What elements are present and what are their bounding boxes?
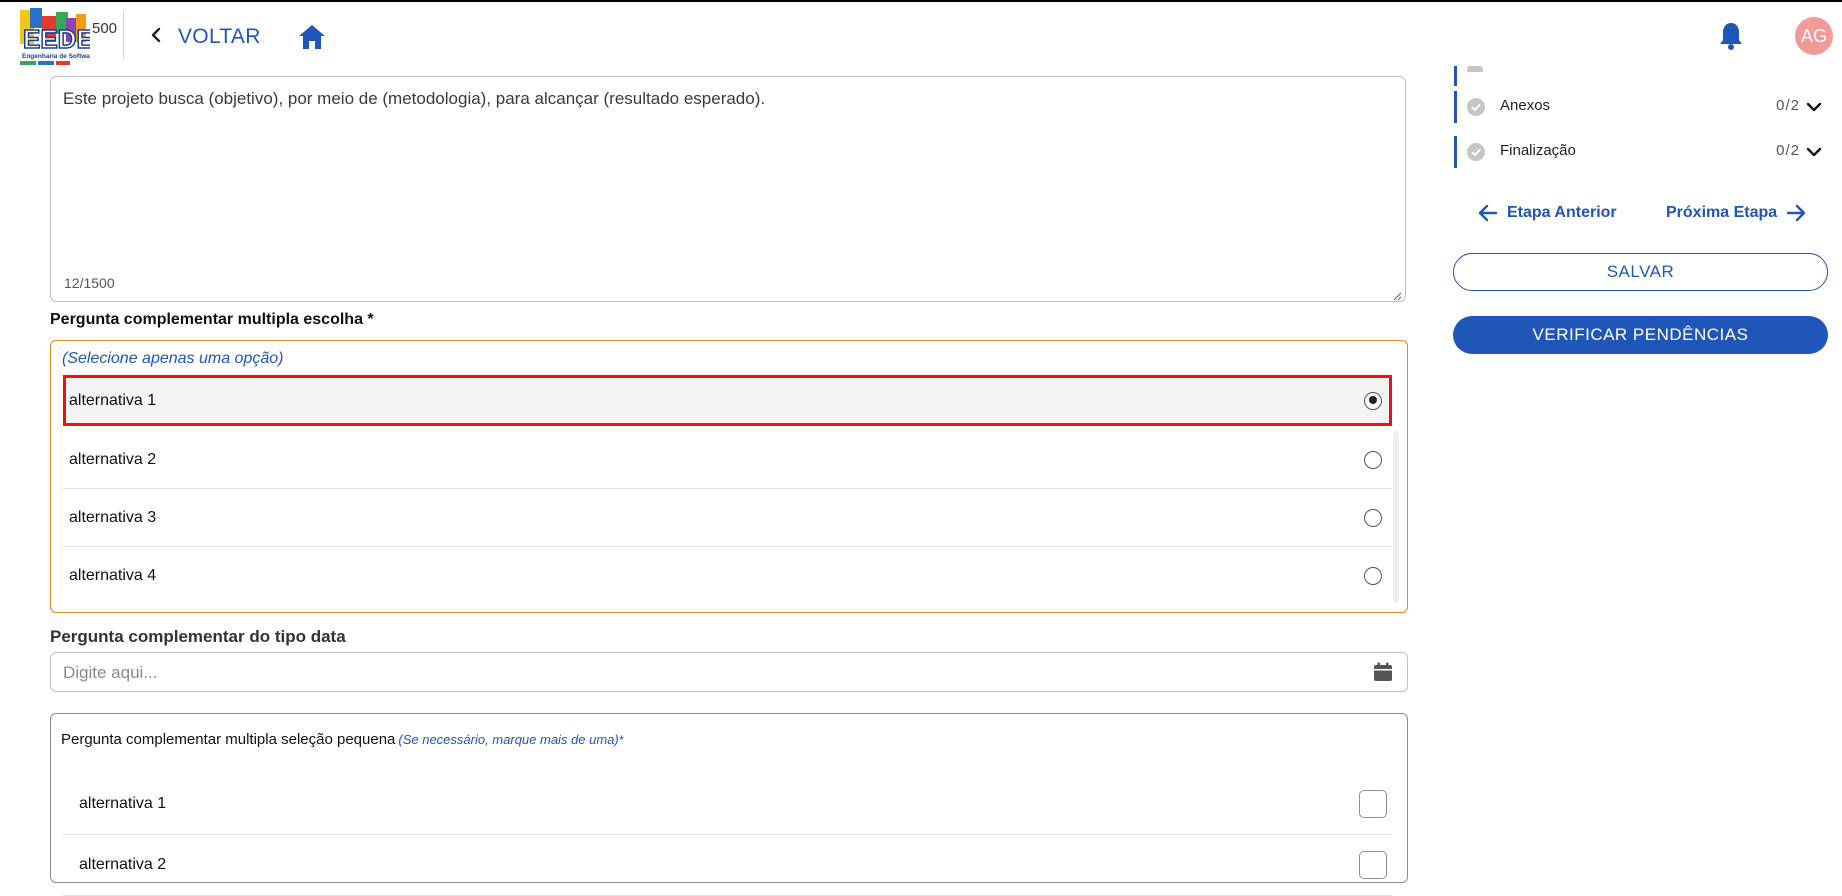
app-header: EEDES Engenharia de Software 500 VOLTAR …	[0, 2, 1842, 66]
step-item-anexos[interactable]: Anexos 0/2	[1454, 91, 1830, 123]
previous-step-label: Etapa Anterior	[1507, 204, 1617, 221]
date-input-placeholder: Digite aqui...	[63, 663, 158, 682]
verify-pending-button[interactable]: VERIFICAR PENDÊNCIAS	[1453, 316, 1828, 354]
multi-select-group: Pergunta complementar multipla seleção p…	[50, 713, 1408, 896]
multi-select-hint: (Se necessário, marque mais de uma)	[398, 732, 619, 747]
step-label: Anexos	[1500, 97, 1551, 114]
app-logo: EEDES Engenharia de Software	[20, 8, 124, 68]
radio-option-label: alternativa 2	[69, 450, 157, 468]
checkbox[interactable]	[1359, 851, 1387, 879]
multiple-choice-title: Pergunta complementar multipla escolha *	[50, 311, 374, 328]
save-button-label: SALVAR	[1606, 262, 1675, 281]
check-circle-icon	[1467, 143, 1485, 161]
check-circle-icon	[1467, 66, 1483, 72]
check-circle-icon	[1467, 98, 1485, 116]
chevron-down-icon[interactable]	[1806, 145, 1822, 159]
multiple-choice-hint: (Selecione apenas uma opção)	[62, 350, 284, 367]
description-textarea[interactable]: Este projeto busca (objetivo), por meio …	[50, 76, 1406, 302]
svg-text:EEDES: EEDES	[23, 24, 90, 54]
step-item-finalizacao[interactable]: Finalização 0/2	[1454, 136, 1830, 168]
radio-button[interactable]	[1364, 450, 1382, 469]
user-avatar[interactable]: AG	[1795, 17, 1833, 55]
bell-icon[interactable]	[1718, 21, 1744, 51]
checkbox-option-label: alternativa 2	[79, 856, 167, 873]
previous-step-button[interactable]: Etapa Anterior	[1477, 200, 1617, 226]
description-char-count: 12/1500	[64, 275, 115, 291]
header-divider	[123, 10, 124, 60]
arrow-right-icon	[1785, 202, 1807, 224]
chevron-down-icon[interactable]	[1806, 100, 1822, 114]
step-label: Finalização	[1500, 142, 1576, 159]
verify-pending-label: VERIFICAR PENDÊNCIAS	[1532, 325, 1749, 344]
checkbox[interactable]	[1359, 790, 1387, 818]
chevron-left-icon	[146, 25, 166, 50]
required-mark: *	[618, 733, 624, 747]
multi-select-title-line: Pergunta complementar multipla seleção p…	[61, 731, 623, 748]
resize-handle-icon[interactable]	[1392, 288, 1402, 301]
step-indicator-partial	[1454, 66, 1457, 86]
radio-option-3[interactable]: alternativa 3	[63, 489, 1392, 547]
step-bar	[1454, 136, 1457, 168]
step-count: 0/2	[1776, 142, 1800, 159]
next-step-button[interactable]: Próxima Etapa	[1666, 200, 1807, 226]
save-button[interactable]: SALVAR	[1453, 253, 1828, 291]
home-icon[interactable]	[297, 23, 327, 51]
multiple-choice-group: (Selecione apenas uma opção) alternativa…	[50, 340, 1408, 613]
date-question-title: Pergunta complementar do tipo data	[50, 627, 346, 646]
radio-option-2[interactable]: alternativa 2	[63, 431, 1392, 489]
logo-overlay-count: 500	[92, 20, 118, 37]
radio-list-scrollbar[interactable]	[1393, 431, 1399, 603]
arrow-left-icon	[1477, 202, 1499, 224]
svg-text:Engenharia de Software: Engenharia de Software	[22, 53, 90, 60]
checkbox-option-1[interactable]: alternativa 1	[63, 774, 1392, 835]
radio-option-label: alternativa 1	[69, 391, 157, 409]
checkbox-option-label: alternativa 1	[79, 795, 167, 812]
next-step-label: Próxima Etapa	[1666, 204, 1778, 221]
back-button-label: VOLTAR	[178, 25, 261, 48]
radio-options-list: alternativa 1 alternativa 2 alternativa …	[63, 375, 1392, 605]
checkbox-option-2[interactable]: alternativa 2	[63, 835, 1392, 896]
radio-button[interactable]	[1364, 567, 1382, 585]
multi-select-title: Pergunta complementar multipla seleção p…	[61, 731, 396, 748]
radio-button-selected[interactable]	[1364, 391, 1382, 410]
calendar-icon[interactable]	[1371, 660, 1395, 684]
radio-button[interactable]	[1364, 508, 1382, 527]
avatar-initials: AG	[1800, 25, 1827, 46]
back-button[interactable]: VOLTAR	[146, 22, 261, 52]
radio-option-4[interactable]: alternativa 4	[63, 547, 1392, 605]
step-bar	[1454, 91, 1457, 123]
radio-option-label: alternativa 4	[69, 567, 157, 584]
radio-option-1[interactable]: alternativa 1	[63, 375, 1392, 426]
description-value: Este projeto busca (objetivo), por meio …	[63, 89, 766, 108]
checkbox-options-list: alternativa 1 alternativa 2	[63, 774, 1392, 896]
date-input[interactable]: Digite aqui...	[50, 652, 1408, 692]
step-count: 0/2	[1776, 97, 1800, 114]
radio-option-label: alternativa 3	[69, 508, 157, 526]
